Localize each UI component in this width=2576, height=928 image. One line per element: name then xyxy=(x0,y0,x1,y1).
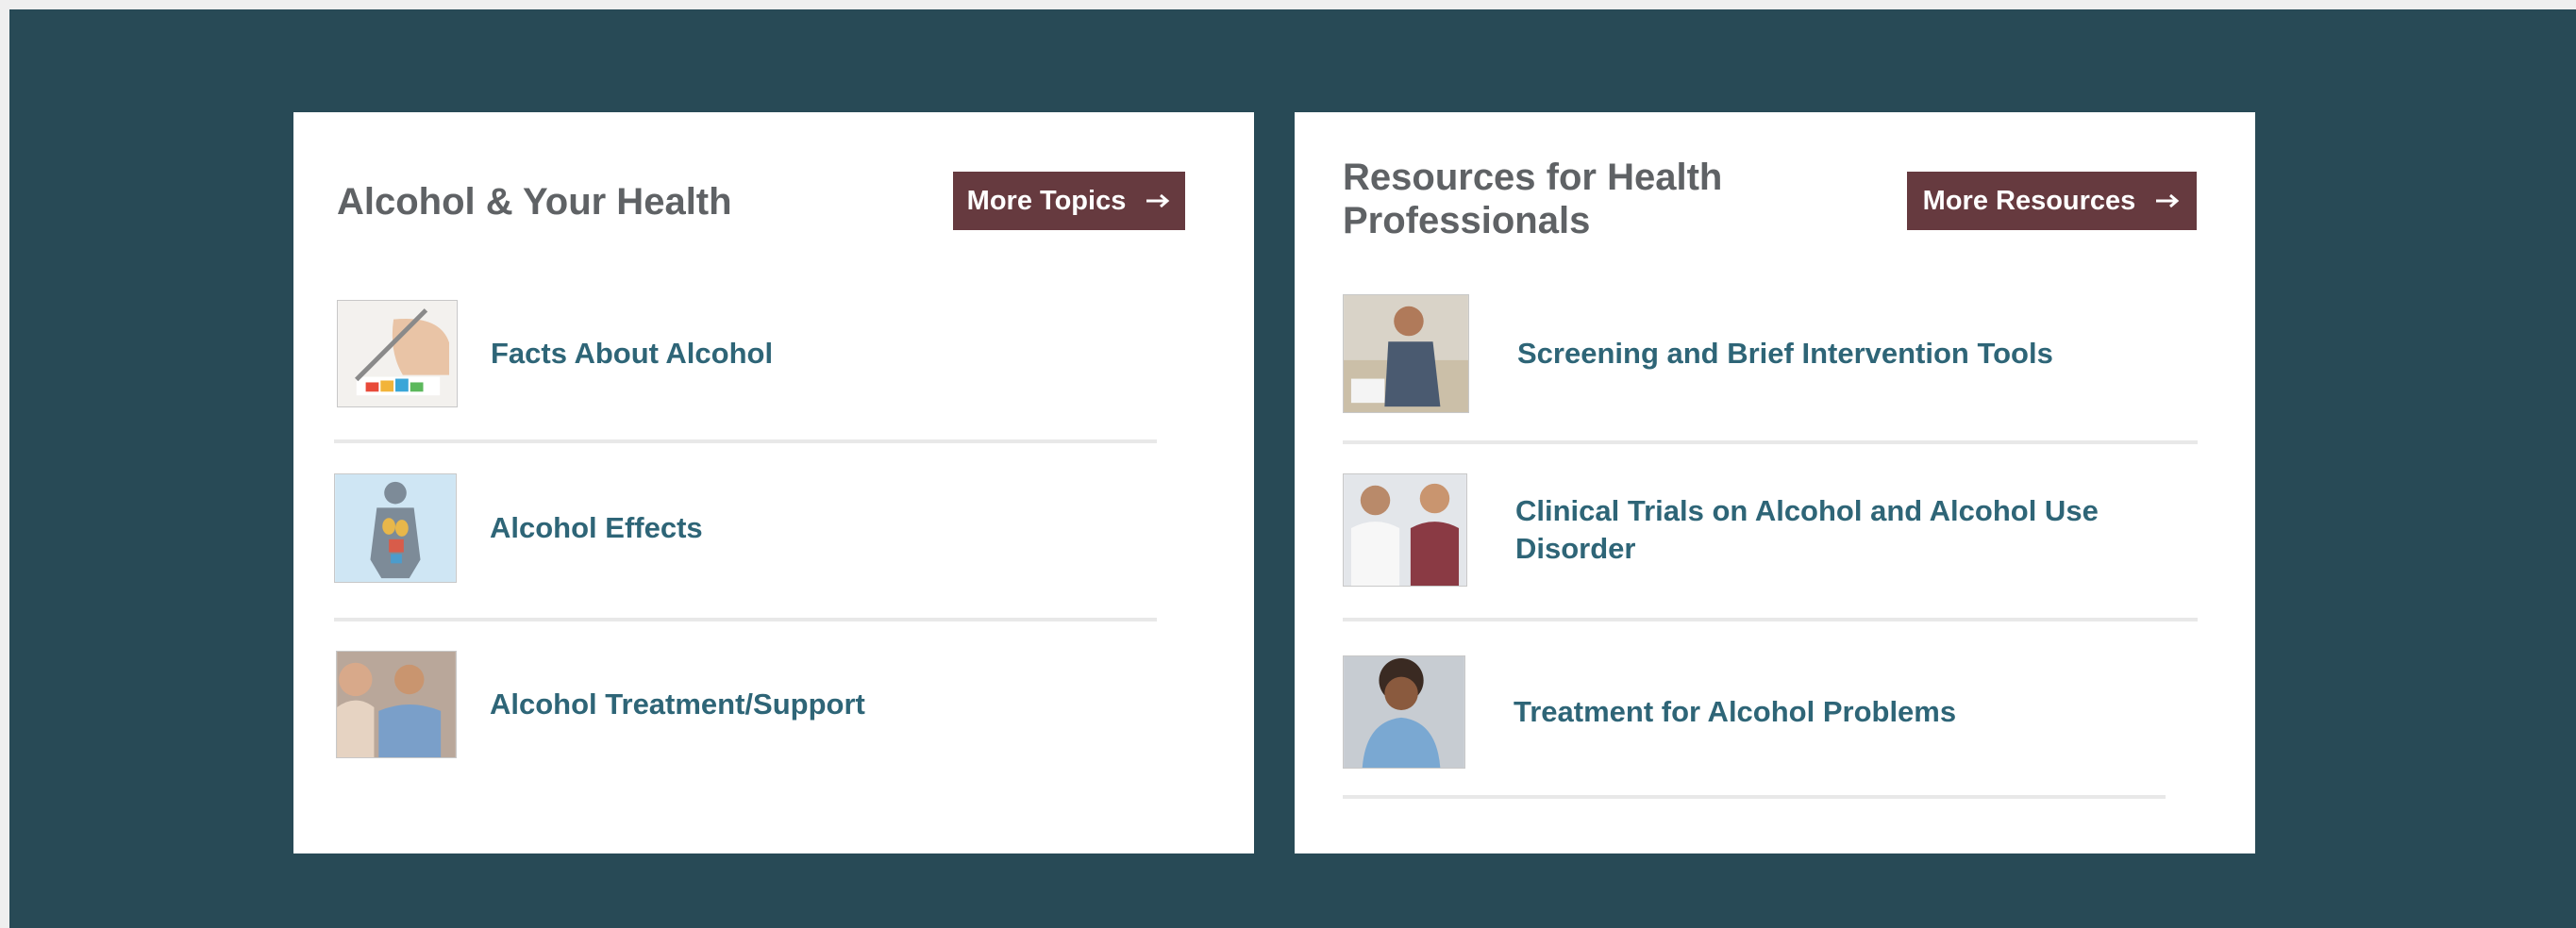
item-link[interactable]: Treatment for Alcohol Problems xyxy=(1514,693,2174,731)
button-label: More Resources xyxy=(1922,185,2136,216)
divider xyxy=(1343,795,2166,799)
divider xyxy=(334,618,1157,621)
divider xyxy=(1343,618,2198,621)
feature-band: Alcohol & Your Health More Topics Facts … xyxy=(9,9,2576,928)
people-talking-icon xyxy=(336,651,457,758)
list-item[interactable]: Alcohol Treatment/Support xyxy=(336,651,865,758)
woman-portrait-icon xyxy=(1343,655,1465,769)
divider xyxy=(1343,440,2198,444)
health-professionals-card: Resources for Health Professionals More … xyxy=(1295,112,2255,853)
list-item[interactable]: Facts About Alcohol xyxy=(337,300,773,407)
list-item[interactable]: Screening and Brief Intervention Tools xyxy=(1343,294,2178,413)
card-title: Resources for Health Professionals xyxy=(1343,157,1723,241)
more-resources-button[interactable]: More Resources xyxy=(1907,172,2197,230)
alcohol-health-card: Alcohol & Your Health More Topics Facts … xyxy=(293,112,1254,853)
button-label: More Topics xyxy=(966,185,1127,216)
list-item[interactable]: Alcohol Effects xyxy=(334,473,703,583)
item-link[interactable]: Screening and Brief Intervention Tools xyxy=(1517,335,2178,373)
body-organs-icon xyxy=(334,473,457,583)
more-topics-button[interactable]: More Topics xyxy=(953,172,1185,230)
item-link[interactable]: Clinical Trials on Alcohol and Alcohol U… xyxy=(1515,492,2176,568)
arrow-right-icon xyxy=(2156,193,2180,208)
card-title: Alcohol & Your Health xyxy=(337,181,732,223)
pen-chart-icon xyxy=(337,300,458,407)
item-link[interactable]: Facts About Alcohol xyxy=(491,335,773,373)
divider xyxy=(334,439,1157,443)
list-item[interactable]: Clinical Trials on Alcohol and Alcohol U… xyxy=(1343,473,2176,587)
item-link[interactable]: Alcohol Treatment/Support xyxy=(490,686,865,723)
patient-screening-icon xyxy=(1343,294,1469,413)
item-link[interactable]: Alcohol Effects xyxy=(490,509,703,547)
list-item[interactable]: Treatment for Alcohol Problems xyxy=(1343,655,2174,769)
doctor-patient-icon xyxy=(1343,473,1467,587)
arrow-right-icon xyxy=(1146,193,1170,208)
